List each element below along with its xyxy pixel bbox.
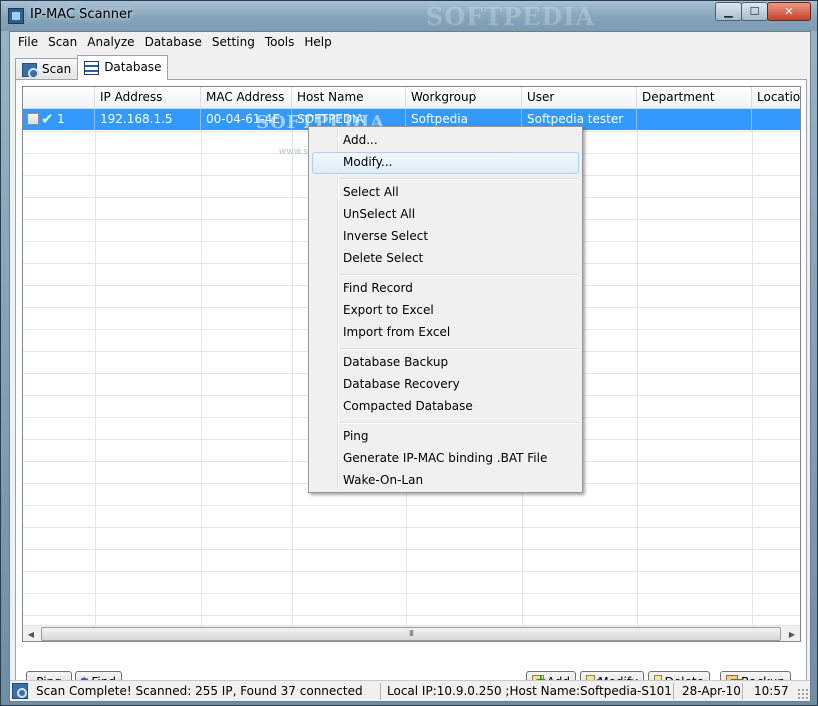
app-icon <box>8 8 24 24</box>
menu-item-find-record[interactable]: Find Record <box>312 278 579 300</box>
column-header-host[interactable]: Host Name <box>292 87 406 109</box>
column-separator <box>201 109 202 625</box>
menu-item-add[interactable]: Add... <box>312 130 579 152</box>
grid-header: IP Address MAC Address Host Name Workgro… <box>23 87 800 109</box>
column-header-mac[interactable]: MAC Address <box>201 87 292 109</box>
window-title: IP-MAC Scanner <box>30 7 133 22</box>
resize-grip-icon[interactable] <box>797 688 809 700</box>
menu-item-delete-select[interactable]: Delete Select <box>312 248 579 270</box>
status-divider <box>673 683 674 700</box>
close-button[interactable]: ✕ <box>767 2 811 21</box>
menu-tools[interactable]: Tools <box>260 32 300 52</box>
column-header-user[interactable]: User <box>522 87 637 109</box>
menu-item-database-backup[interactable]: Database Backup <box>312 352 579 374</box>
scrollbar-thumb[interactable]: III <box>41 627 781 641</box>
status-local-info: Local IP:10.9.0.250 ;Host Name:Softpedia… <box>387 684 672 698</box>
menu-bar: File Scan Analyze Database Setting Tools… <box>10 32 810 52</box>
menu-database[interactable]: Database <box>140 32 207 52</box>
horizontal-scrollbar[interactable]: ◀ III ▶ <box>23 625 800 641</box>
minimize-button[interactable]: ▁ <box>715 2 742 21</box>
scan-icon <box>22 63 39 79</box>
scroll-left-icon[interactable]: ◀ <box>23 626 39 641</box>
cell-ip: 192.168.1.5 <box>95 109 201 130</box>
status-message: Scan Complete! Scanned: 255 IP, Found 37… <box>36 684 363 698</box>
title-bar[interactable]: IP-MAC Scanner SOFTPEDIA ▁ ☐ ✕ <box>1 1 817 31</box>
menu-item-unselect-all[interactable]: UnSelect All <box>312 204 579 226</box>
title-watermark: SOFTPEDIA <box>426 2 596 31</box>
tab-strip: Scan Database <box>15 55 169 80</box>
database-icon <box>84 61 100 75</box>
column-header-select[interactable] <box>23 87 95 109</box>
menu-item-export-excel[interactable]: Export to Excel <box>312 300 579 322</box>
row-checkbox[interactable] <box>27 113 39 125</box>
menu-separator <box>340 348 578 350</box>
row-select-cell: ✔ 1 <box>23 109 95 130</box>
status-bar: Scan Complete! Scanned: 255 IP, Found 37… <box>10 680 810 701</box>
tab-database-label: Database <box>104 60 162 74</box>
column-separator <box>637 109 638 625</box>
checkmark-icon: ✔ <box>41 110 54 128</box>
column-header-department[interactable]: Department <box>637 87 752 109</box>
cell-location <box>752 109 800 130</box>
menu-item-select-all[interactable]: Select All <box>312 182 579 204</box>
column-separator <box>752 109 753 625</box>
menu-setting[interactable]: Setting <box>207 32 260 52</box>
app-window: IP-MAC Scanner SOFTPEDIA ▁ ☐ ✕ File Scan… <box>0 0 818 706</box>
status-time: 10:57 <box>754 684 789 698</box>
column-header-location[interactable]: Locatio <box>752 87 800 109</box>
column-separator <box>292 109 293 625</box>
status-date: 28-Apr-10 <box>682 684 741 698</box>
status-divider <box>380 683 381 700</box>
context-menu: Add... Modify... Select All UnSelect All… <box>308 126 583 493</box>
menu-item-import-excel[interactable]: Import from Excel <box>312 322 579 344</box>
tab-database[interactable]: Database <box>77 55 169 80</box>
menu-separator <box>340 422 578 424</box>
maximize-button[interactable]: ☐ <box>741 2 768 21</box>
menu-item-ping[interactable]: Ping <box>312 426 579 448</box>
window-controls: ▁ ☐ ✕ <box>715 2 811 21</box>
column-separator <box>95 109 96 625</box>
menu-help[interactable]: Help <box>299 32 336 52</box>
column-header-ip[interactable]: IP Address <box>95 87 201 109</box>
menu-item-database-recovery[interactable]: Database Recovery <box>312 374 579 396</box>
menu-analyze[interactable]: Analyze <box>82 32 139 52</box>
status-divider <box>742 683 743 700</box>
tab-scan-label: Scan <box>42 62 72 76</box>
menu-separator <box>340 274 578 276</box>
menu-item-generate-bat[interactable]: Generate IP-MAC binding .BAT File <box>312 448 579 470</box>
menu-item-wake-on-lan[interactable]: Wake-On-Lan <box>312 470 579 492</box>
menu-item-compacted-database[interactable]: Compacted Database <box>312 396 579 418</box>
tab-scan[interactable]: Scan <box>15 58 79 80</box>
row-number: 1 <box>57 112 65 126</box>
menu-item-modify[interactable]: Modify... <box>312 152 579 174</box>
cell-department <box>637 109 752 130</box>
status-scan-icon <box>12 683 28 699</box>
menu-separator <box>340 178 578 180</box>
menu-item-inverse-select[interactable]: Inverse Select <box>312 226 579 248</box>
menu-file[interactable]: File <box>13 32 43 52</box>
scroll-right-icon[interactable]: ▶ <box>784 626 800 641</box>
column-header-workgroup[interactable]: Workgroup <box>406 87 522 109</box>
menu-scan[interactable]: Scan <box>43 32 82 52</box>
